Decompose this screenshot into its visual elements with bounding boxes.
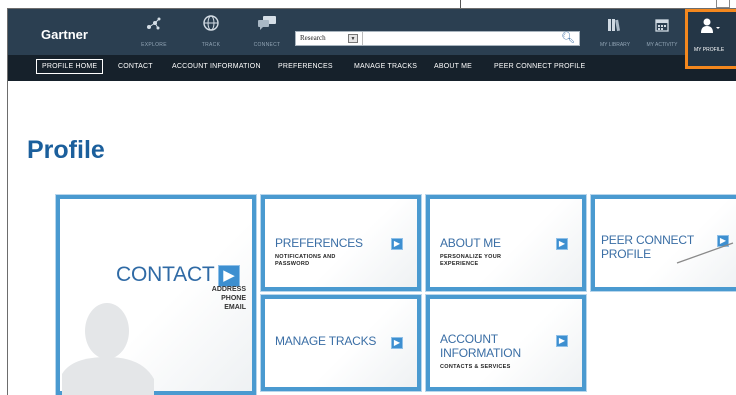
tile-account-information[interactable]: ACCOUNT ▶ INFORMATION CONTACTS & SERVICE… (426, 295, 586, 391)
tile-account-sub: CONTACTS & SERVICES (440, 364, 511, 370)
profile-subnav: PROFILE HOME CONTACT ACCOUNT INFORMATION… (8, 55, 736, 81)
search-icon[interactable]: 🔍︎ (561, 31, 575, 44)
tile-peer-connect-profile[interactable]: PEER CONNECT PROFILE ▶ (591, 195, 736, 291)
contact-phone: PHONE (221, 295, 246, 302)
nav-my-library[interactable]: MY LIBRARY (595, 17, 635, 55)
nav-my-activity[interactable]: MY ACTIVITY (641, 17, 683, 55)
nav-track-label: TRACK (201, 42, 221, 48)
user-icon (700, 18, 722, 38)
contact-address: ADDRESS (211, 286, 246, 293)
top-navigation-bar: Gartner EXPLORE TRACK CONNECT Research ▼… (8, 9, 736, 55)
tile-account-title-1: ACCOUNT (440, 332, 498, 346)
explore-icon (129, 15, 179, 39)
window-corner-box (716, 0, 730, 8)
subnav-manage-tracks[interactable]: MANAGE TRACKS (354, 63, 417, 70)
subnav-about-me[interactable]: ABOUT ME (434, 63, 472, 70)
tile-preferences-title: PREFERENCES (275, 236, 363, 250)
arrow-right-icon[interactable]: ▶ (218, 265, 240, 287)
subnav-peer-connect-profile[interactable]: PEER CONNECT PROFILE (494, 63, 585, 70)
pointer-line (676, 242, 734, 264)
tile-about-me-sub-2: EXPERIENCE (440, 261, 479, 267)
subnav-contact[interactable]: CONTACT (118, 63, 153, 70)
nav-track[interactable]: TRACK (186, 15, 236, 55)
nav-my-library-label: MY LIBRARY (599, 42, 631, 48)
arrow-right-icon[interactable]: ▶ (556, 238, 568, 250)
search-bar: Research ▼ 🔍︎ (295, 31, 580, 46)
page-title: Profile (27, 136, 105, 164)
subnav-preferences[interactable]: PREFERENCES (278, 63, 333, 70)
chat-icon (242, 15, 292, 39)
tile-contact[interactable]: CONTACT ▶ ADDRESS PHONE EMAIL (56, 195, 256, 395)
subnav-account-information[interactable]: ACCOUNT INFORMATION (172, 63, 261, 70)
calendar-icon (641, 17, 683, 39)
my-profile-menu[interactable]: MY PROFILE (685, 9, 736, 69)
browser-viewport: Gartner EXPLORE TRACK CONNECT Research ▼… (7, 8, 736, 395)
nav-explore-label: EXPLORE (141, 42, 167, 48)
globe-icon (186, 15, 236, 39)
tile-preferences[interactable]: PREFERENCES ▶ NOTIFICATIONS AND PASSWORD (261, 195, 421, 291)
contact-email: EMAIL (224, 304, 246, 311)
arrow-right-icon[interactable]: ▶ (391, 238, 403, 250)
tile-about-me-title: ABOUT ME (440, 236, 501, 250)
library-icon (595, 17, 635, 39)
tile-contact-title: CONTACT (116, 263, 215, 286)
subnav-profile-home[interactable]: PROFILE HOME (36, 59, 104, 74)
arrow-right-icon[interactable]: ▶ (556, 335, 568, 347)
nav-connect[interactable]: CONNECT (242, 15, 292, 55)
tile-peer-connect-title-2: PROFILE (601, 247, 651, 261)
nav-my-activity-label: MY ACTIVITY (646, 42, 678, 48)
tile-manage-tracks[interactable]: MANAGE TRACKS ▶ (261, 295, 421, 391)
tile-preferences-sub-2: PASSWORD (275, 261, 310, 267)
gartner-logo[interactable]: Gartner (41, 27, 88, 42)
tile-about-me-sub-1: PERSONALIZE YOUR (440, 254, 502, 260)
chevron-down-icon[interactable]: ▼ (348, 34, 358, 43)
contact-details: ADDRESS PHONE EMAIL (212, 285, 246, 312)
tile-about-me[interactable]: ABOUT ME ▶ PERSONALIZE YOUR EXPERIENCE (426, 195, 586, 291)
nav-connect-label: CONNECT (253, 42, 281, 48)
tile-account-title-2: INFORMATION (440, 346, 521, 360)
tile-manage-tracks-title: MANAGE TRACKS (275, 334, 377, 348)
search-separator (362, 32, 363, 45)
my-profile-label: MY PROFILE (694, 47, 725, 53)
tile-preferences-sub-1: NOTIFICATIONS AND (275, 254, 336, 260)
nav-explore[interactable]: EXPLORE (129, 15, 179, 55)
arrow-right-icon[interactable]: ▶ (391, 337, 403, 349)
search-category-select[interactable]: Research (300, 34, 326, 42)
